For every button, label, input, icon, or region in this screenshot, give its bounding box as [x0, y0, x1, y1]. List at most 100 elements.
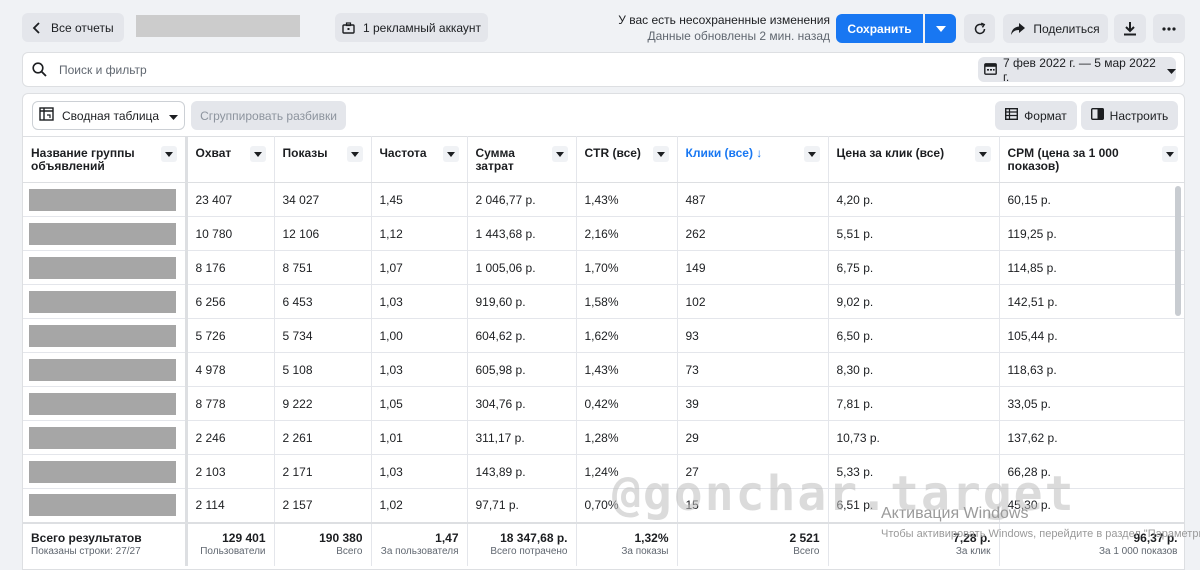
- table-cell: 119,25 р.: [999, 216, 1184, 251]
- back-to-reports-label: Все отчеты: [51, 20, 114, 35]
- table-cell: 33,05 р.: [999, 386, 1184, 421]
- column-menu-icon[interactable]: [160, 146, 177, 162]
- table-cell: 73: [677, 352, 829, 387]
- share-button[interactable]: Поделиться: [1003, 14, 1108, 43]
- back-to-reports-button[interactable]: Все отчеты: [22, 13, 124, 42]
- column-header-cpm[interactable]: CPM (цена за 1 000 показов): [999, 136, 1184, 183]
- table-cell: 6 453: [274, 284, 372, 319]
- table-cell: 5 734: [274, 318, 372, 353]
- ad-set-name-redacted: [29, 494, 176, 517]
- table-cell: 9 222: [274, 386, 372, 421]
- group-breakdowns-button[interactable]: Сгруппировать разбивки: [191, 101, 346, 130]
- table-cell: 6,50 р.: [828, 318, 1000, 353]
- search-input[interactable]: Поиск и фильтр: [59, 63, 147, 77]
- table-row[interactable]: 6 256 6 453 1,03 919,60 р. 1,58% 102 9,02 р. 14…: [23, 284, 1184, 319]
- column-header-reach[interactable]: Охват: [186, 136, 275, 183]
- ad-set-name-cell[interactable]: [23, 352, 188, 387]
- column-header-amount-spent[interactable]: Сумма затрат: [467, 136, 577, 183]
- report-title-redacted: [136, 15, 300, 37]
- column-header-ad-set-name[interactable]: Название группы объявлений: [23, 136, 188, 183]
- ad-set-name-redacted: [29, 256, 176, 279]
- total-amount-spent: 18 347,68 р. Всего потрачено: [467, 521, 577, 566]
- vertical-scrollbar[interactable]: [1175, 186, 1181, 316]
- share-arrow-icon: [1011, 22, 1026, 35]
- ad-set-name-cell[interactable]: [23, 318, 188, 353]
- download-button[interactable]: [1114, 14, 1146, 43]
- column-menu-icon[interactable]: [803, 146, 820, 162]
- table-cell: 4 978: [186, 352, 275, 387]
- unsaved-title: У вас есть несохраненные изменения: [618, 13, 830, 27]
- table-cell: 4,20 р.: [828, 182, 1000, 217]
- ad-set-name-cell[interactable]: [23, 182, 188, 217]
- table-cell: 29: [677, 420, 829, 455]
- table-cell: 137,62 р.: [999, 420, 1184, 455]
- table-cell: 8 778: [186, 386, 275, 421]
- table-cell: 8 176: [186, 250, 275, 285]
- total-frequency: 1,47 За пользователя: [371, 521, 468, 566]
- column-menu-icon[interactable]: [551, 146, 568, 162]
- more-options-button[interactable]: [1153, 14, 1185, 43]
- table-cell: 919,60 р.: [467, 284, 577, 319]
- ad-account-button[interactable]: 1 рекламный аккаунт: [335, 13, 488, 42]
- table-row[interactable]: 10 780 12 106 1,12 1 443,68 р. 2,16% 262 5,51 …: [23, 216, 1184, 251]
- ad-set-name-cell[interactable]: [23, 454, 188, 489]
- search-icon: [32, 62, 47, 80]
- total-reach: 129 401 Пользователи: [186, 521, 275, 566]
- table-row[interactable]: 8 778 9 222 1,05 304,76 р. 0,42% 39 7,81 р. 33,…: [23, 386, 1184, 421]
- format-button[interactable]: Формат: [995, 101, 1077, 130]
- pivot-table-dropdown[interactable]: Сводная таблица: [32, 101, 185, 130]
- unsaved-status: У вас есть несохраненные изменения Данны…: [618, 13, 830, 44]
- column-menu-icon[interactable]: [346, 146, 363, 162]
- table-cell: 1 005,06 р.: [467, 250, 577, 285]
- top-bar: Все отчеты 1 рекламный аккаунт У вас ест…: [0, 0, 1200, 52]
- save-button[interactable]: Сохранить: [836, 14, 923, 43]
- table-cell: 8 751: [274, 250, 372, 285]
- table-cell: 1,58%: [576, 284, 678, 319]
- table-header-row: Название группы объявлений Охват Показы …: [23, 136, 1184, 183]
- column-header-frequency[interactable]: Частота: [371, 136, 468, 183]
- activation-title: Активация Windows: [881, 505, 1029, 522]
- column-menu-icon[interactable]: [1161, 146, 1178, 162]
- column-menu-icon[interactable]: [442, 146, 459, 162]
- pivot-table-icon: [39, 107, 54, 124]
- table-row[interactable]: 4 978 5 108 1,03 605,98 р. 1,43% 73 8,30 р. 118…: [23, 352, 1184, 387]
- table-cell: 1,62%: [576, 318, 678, 353]
- total-clicks: 2 521 Всего: [677, 521, 829, 566]
- download-icon: [1124, 21, 1136, 36]
- ad-set-name-cell[interactable]: [23, 250, 188, 285]
- refresh-button[interactable]: [964, 14, 995, 43]
- column-menu-icon[interactable]: [249, 146, 266, 162]
- format-label: Формат: [1024, 108, 1067, 123]
- column-header-clicks-sorted[interactable]: Клики (все) ↓: [677, 136, 829, 183]
- column-header-ctr[interactable]: CTR (все): [576, 136, 678, 183]
- save-options-button[interactable]: [925, 14, 956, 43]
- ad-set-name-redacted: [29, 358, 176, 381]
- ad-set-name-cell[interactable]: [23, 420, 188, 455]
- table-row[interactable]: 2 246 2 261 1,01 311,17 р. 1,28% 29 10,73 р. 13…: [23, 420, 1184, 455]
- column-header-impressions[interactable]: Показы: [274, 136, 372, 183]
- ad-set-name-cell[interactable]: [23, 284, 188, 319]
- table-row[interactable]: 23 407 34 027 1,45 2 046,77 р. 1,43% 487 4,20 …: [23, 182, 1184, 217]
- table-cell: 1,05: [371, 386, 468, 421]
- total-impressions: 190 380 Всего: [274, 521, 372, 566]
- table-cell: 97,71 р.: [467, 488, 577, 523]
- ad-set-name-cell[interactable]: [23, 216, 188, 251]
- date-range-label: 7 фев 2022 г. — 5 мар 2022 г.: [1003, 55, 1156, 84]
- customize-button[interactable]: Настроить: [1081, 101, 1178, 130]
- table-row[interactable]: 5 726 5 734 1,00 604,62 р. 1,62% 93 6,50 р. 105…: [23, 318, 1184, 353]
- table-cell: 60,15 р.: [999, 182, 1184, 217]
- date-range-picker[interactable]: 7 фев 2022 г. — 5 мар 2022 г.: [978, 55, 1176, 84]
- column-header-cpc[interactable]: Цена за клик (все): [828, 136, 1000, 183]
- ad-set-name-redacted: [29, 460, 176, 483]
- table-cell: 6 256: [186, 284, 275, 319]
- table-cell: 143,89 р.: [467, 454, 577, 489]
- column-menu-icon[interactable]: [974, 146, 991, 162]
- data-updated-text: Данные обновлены 2 мин. назад: [647, 29, 831, 43]
- customize-label: Настроить: [1109, 108, 1169, 123]
- column-menu-icon[interactable]: [652, 146, 669, 162]
- table-cell: 2 157: [274, 488, 372, 523]
- columns-panel-icon: [1090, 107, 1104, 123]
- table-row[interactable]: 8 176 8 751 1,07 1 005,06 р. 1,70% 149 6,75 р.…: [23, 250, 1184, 285]
- ad-set-name-cell[interactable]: [23, 386, 188, 421]
- ad-set-name-cell[interactable]: [23, 488, 188, 523]
